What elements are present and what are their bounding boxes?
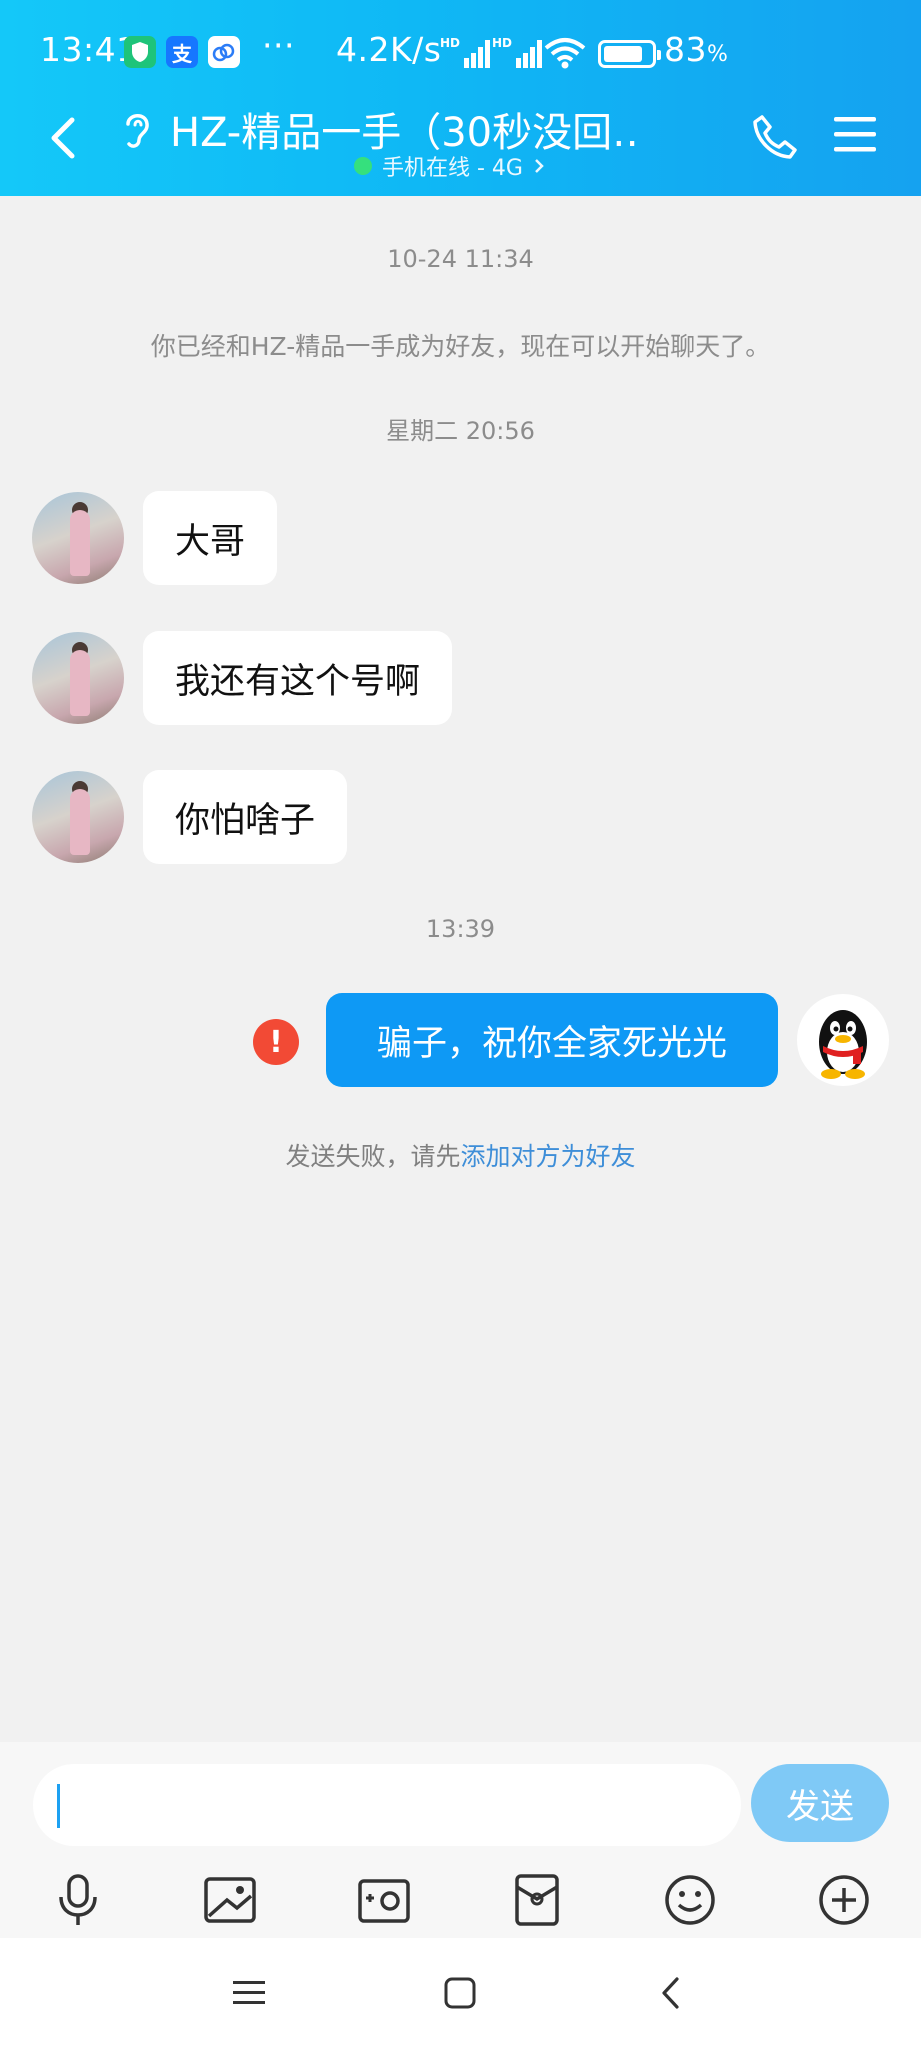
timestamp: 星期二 20:56 bbox=[386, 417, 535, 445]
image-icon[interactable] bbox=[200, 1870, 260, 1930]
status-time: 13:41 bbox=[40, 30, 138, 69]
nav-back-icon[interactable] bbox=[646, 1968, 696, 2018]
chevron-right-icon bbox=[535, 159, 544, 173]
plus-icon[interactable] bbox=[814, 1870, 874, 1930]
incoming-message-bubble[interactable]: 你怕啥子 bbox=[143, 770, 348, 864]
nav-menu-icon[interactable] bbox=[224, 1968, 274, 2018]
security-shield-icon bbox=[124, 36, 156, 68]
contact-avatar[interactable] bbox=[32, 492, 124, 584]
outgoing-message-bubble[interactable]: 骗子，祝你全家死光光 bbox=[326, 993, 778, 1087]
timestamp: 10-24 11:34 bbox=[387, 245, 534, 273]
input-area: 发送 bbox=[0, 1742, 921, 1938]
signal-icon-1: HD bbox=[440, 36, 492, 72]
incoming-message-bubble[interactable]: 我还有这个号啊 bbox=[143, 631, 453, 725]
camera-icon[interactable] bbox=[354, 1870, 414, 1930]
battery-icon bbox=[598, 40, 661, 68]
incoming-message-bubble[interactable]: 大哥 bbox=[143, 491, 278, 585]
cloud-app-icon bbox=[208, 36, 240, 68]
alipay-icon: 支 bbox=[166, 36, 198, 68]
menu-button[interactable] bbox=[832, 114, 878, 158]
text-caret bbox=[57, 1784, 60, 1828]
online-dot-icon bbox=[354, 157, 372, 175]
online-status[interactable]: 手机在线 - 4G bbox=[354, 150, 545, 182]
red-envelope-icon[interactable] bbox=[507, 1870, 567, 1930]
status-more-dots: ··· bbox=[262, 26, 295, 65]
send-failed-note: 发送失败，请先添加对方为好友 bbox=[285, 1142, 636, 1171]
timestamp: 13:39 bbox=[425, 915, 496, 943]
nav-home-icon[interactable] bbox=[435, 1968, 485, 2018]
send-failed-icon[interactable]: ! bbox=[253, 1019, 299, 1065]
add-friend-link[interactable]: 添加对方为好友 bbox=[461, 1142, 636, 1171]
system-nav-bar bbox=[0, 1938, 921, 2047]
network-speed: 4.2K/s bbox=[336, 30, 442, 69]
contact-avatar[interactable] bbox=[32, 632, 124, 724]
friend-added-notice: 你已经和HZ-精品一手成为好友，现在可以开始聊天了。 bbox=[150, 332, 771, 361]
send-button[interactable]: 发送 bbox=[751, 1764, 889, 1842]
wifi-icon bbox=[544, 36, 586, 74]
chat-header: 13:41 支 ··· 4.2K/s HD HD 83% HZ-精品一手（30秒… bbox=[0, 0, 921, 196]
back-button[interactable] bbox=[42, 110, 86, 166]
message-input[interactable] bbox=[33, 1764, 741, 1846]
battery-percent: 83% bbox=[664, 30, 729, 69]
emoji-icon[interactable] bbox=[660, 1870, 720, 1930]
signal-icon-2: HD bbox=[492, 36, 544, 72]
contact-avatar[interactable] bbox=[32, 771, 124, 863]
call-button[interactable] bbox=[750, 112, 800, 166]
microphone-icon[interactable] bbox=[48, 1870, 108, 1930]
self-avatar-penguin-icon[interactable] bbox=[797, 994, 889, 1086]
ear-icon[interactable] bbox=[120, 108, 154, 156]
